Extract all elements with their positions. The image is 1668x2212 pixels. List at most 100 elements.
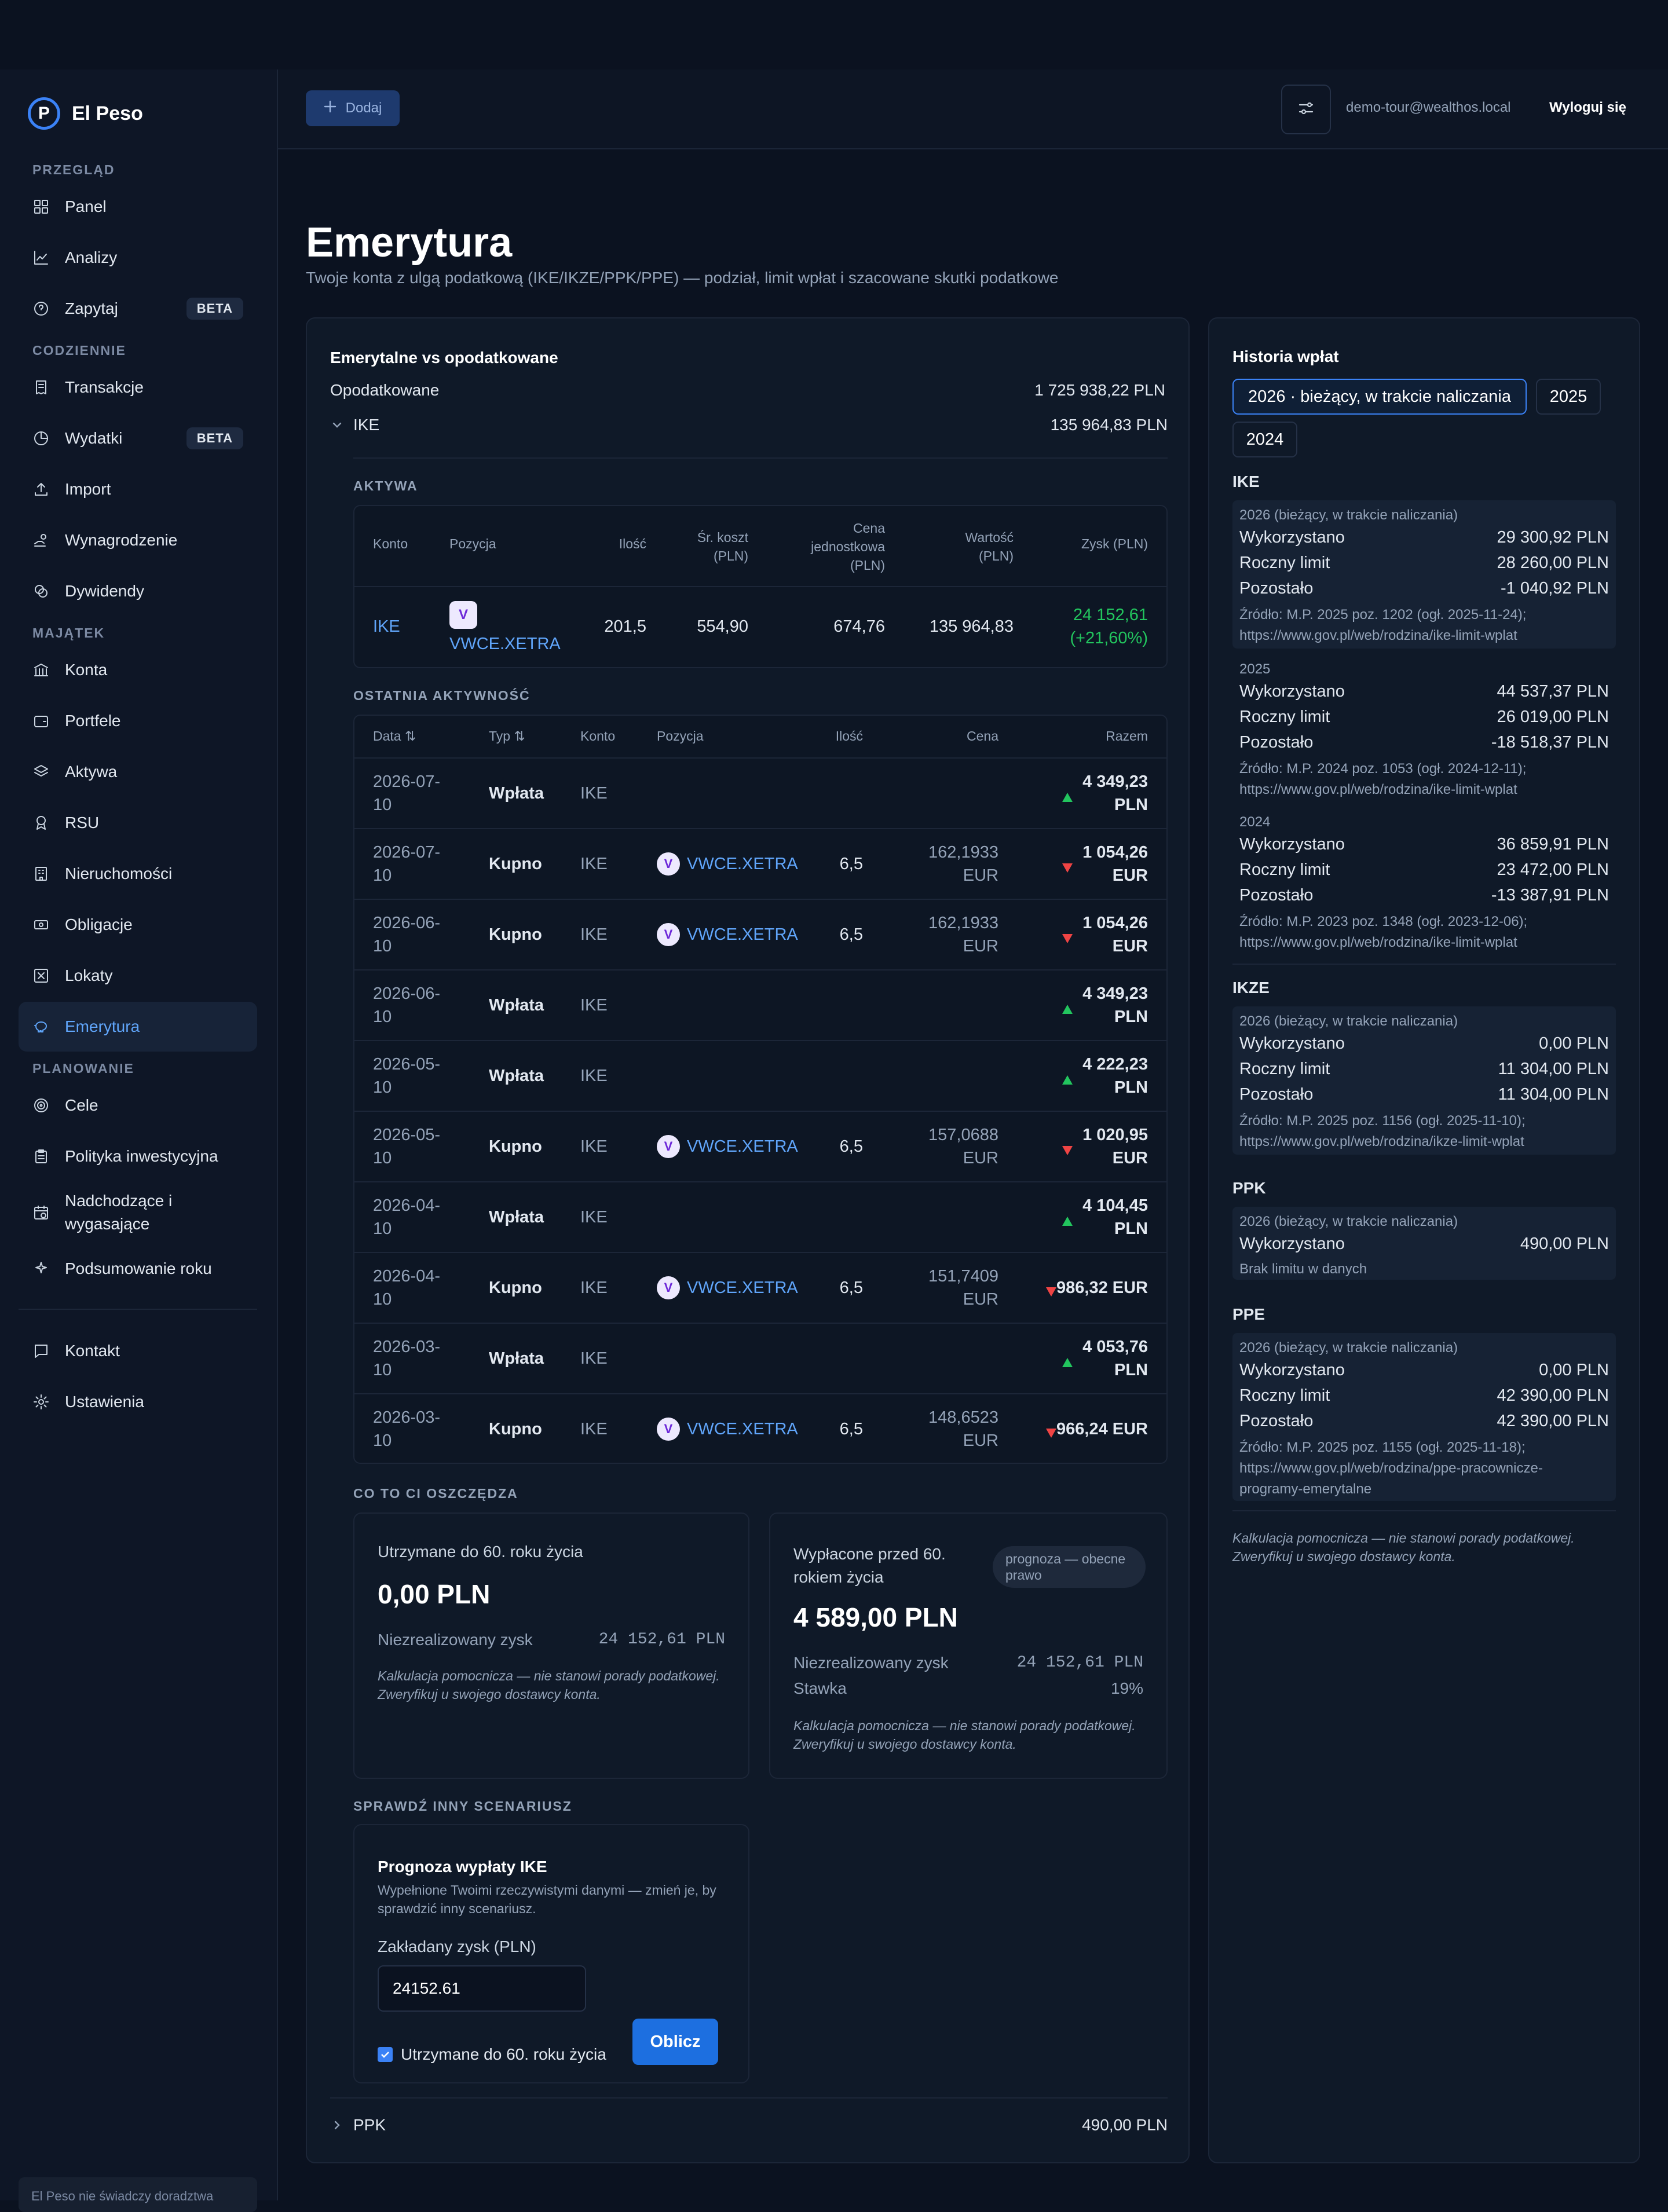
sidebar-item-konta[interactable]: Konta bbox=[19, 645, 257, 695]
activity-row[interactable]: 2026-06- 10 Wpłata IKE 4 349,23 PLN bbox=[354, 969, 1166, 1040]
sidebar-item-podsumowanie-roku[interactable]: Podsumowanie roku bbox=[19, 1244, 257, 1294]
asset-unit-price: 674,76 bbox=[833, 617, 885, 636]
add-button[interactable]: Dodaj bbox=[306, 90, 400, 126]
sidebar-item-panel[interactable]: Panel bbox=[19, 182, 257, 232]
activity-type: Kupno bbox=[489, 1137, 542, 1156]
sort-icon: ⇅ bbox=[514, 728, 525, 744]
sidebar-item-aktywa[interactable]: Aktywa bbox=[19, 747, 257, 797]
activity-account: IKE bbox=[580, 1208, 608, 1226]
activity-row[interactable]: 2026-07- 10 Wpłata IKE 4 349,23 PLN bbox=[354, 757, 1166, 828]
sidebar-item-label: Emerytura bbox=[65, 1017, 140, 1035]
sidebar-item-ustawienia[interactable]: Ustawienia bbox=[19, 1377, 257, 1427]
activity-row[interactable]: 2026-04- 10 Kupno IKE V VWCE.XETRA 6,5 151,7409… bbox=[354, 1252, 1166, 1323]
sort-icon: ⇅ bbox=[404, 728, 416, 744]
kept-until-60-checkbox-row[interactable]: Utrzymane do 60. roku życia bbox=[378, 2045, 606, 2064]
nav-section-label: PRZEGLĄD bbox=[32, 162, 115, 177]
activity-row[interactable]: 2026-05- 10 Wpłata IKE 4 222,23 PLN bbox=[354, 1040, 1166, 1111]
sidebar-item-rsu[interactable]: RSU bbox=[19, 798, 257, 848]
asset-account-link[interactable]: IKE bbox=[373, 615, 400, 638]
sidebar-item-dywidendy[interactable]: Dywidendy bbox=[19, 566, 257, 616]
sidebar-item-kontakt[interactable]: Kontakt bbox=[19, 1326, 257, 1376]
sidebar-item-nadchodzące-i-wygasające[interactable]: Nadchodzące i wygasające bbox=[19, 1182, 257, 1243]
sidebar-item-analizy[interactable]: Analizy bbox=[19, 233, 257, 283]
banknote-icon bbox=[32, 916, 50, 933]
calculate-button[interactable]: Oblicz bbox=[632, 2019, 718, 2065]
activity-row[interactable]: 2026-07- 10 Kupno IKE V VWCE.XETRA 6,5 162,1933… bbox=[354, 828, 1166, 899]
activity-account: IKE bbox=[580, 1137, 608, 1156]
ikze-history-block: 2026 (bieżący, w trakcie naliczania) Wyk… bbox=[1232, 1006, 1616, 1155]
activity-type: Kupno bbox=[489, 925, 542, 944]
sidebar-item-zapytaj[interactable]: Zapytaj BETA bbox=[19, 284, 257, 334]
ppe-source: Źródło: M.P. 2025 poz. 1155 (ogł. 2025-1… bbox=[1239, 1440, 1543, 1497]
sidebar-item-transakcje[interactable]: Transakcje bbox=[19, 362, 257, 412]
expected-profit-input[interactable] bbox=[378, 1965, 586, 2012]
ike-group-label: IKE bbox=[353, 416, 380, 434]
checkbox-checked-icon[interactable] bbox=[378, 2047, 393, 2062]
sidebar-item-lokaty[interactable]: Lokaty bbox=[19, 951, 257, 1001]
ike-group-toggle[interactable]: IKE 135 964,83 PLN bbox=[330, 411, 1168, 445]
sidebar-item-portfele[interactable]: Portfele bbox=[19, 696, 257, 746]
user-email: demo-tour@wealthos.local bbox=[1346, 100, 1511, 115]
activity-position-link[interactable]: V VWCE.XETRA bbox=[657, 1418, 798, 1441]
year-tab-2026[interactable]: 2026 · bieżący, w trakcie naliczania bbox=[1232, 379, 1527, 415]
activity-date: 2026-04- 10 bbox=[373, 1196, 441, 1238]
target-icon bbox=[32, 1097, 50, 1114]
activity-account: IKE bbox=[580, 925, 608, 944]
display-settings-button[interactable] bbox=[1281, 85, 1331, 134]
activity-total: 1 054,26 EUR bbox=[1082, 843, 1148, 885]
ikze-caption: 2026 (bieżący, w trakcie naliczania) bbox=[1239, 1013, 1458, 1029]
ike-history-block: 2026 (bieżący, w trakcie naliczania) Wyko… bbox=[1232, 500, 1616, 649]
ike-left-row: Pozostało -1 040,92 PLN bbox=[1239, 579, 1609, 598]
year-tab-2024[interactable]: 2024 bbox=[1232, 422, 1297, 457]
coins-icon bbox=[32, 583, 50, 600]
activity-position-link[interactable]: V VWCE.XETRA bbox=[657, 852, 798, 876]
asset-avatar-icon: V bbox=[449, 601, 477, 629]
sidebar-item-emerytura[interactable]: Emerytura bbox=[19, 1002, 257, 1052]
beta-badge: BETA bbox=[186, 298, 243, 320]
sidebar-item-polityka-inwestycyjna[interactable]: Polityka inwestycyjna bbox=[19, 1131, 257, 1181]
piggy-bank-icon bbox=[32, 1018, 50, 1035]
year-tab-2025[interactable]: 2025 bbox=[1536, 379, 1601, 415]
activity-position-link[interactable]: V VWCE.XETRA bbox=[657, 1276, 798, 1299]
activity-position-link[interactable]: V VWCE.XETRA bbox=[657, 1135, 798, 1158]
col-type-sort[interactable]: Typ ⇅ bbox=[489, 728, 525, 744]
sidebar-item-nieruchomości[interactable]: Nieruchomości bbox=[19, 849, 257, 899]
activity-row[interactable]: 2026-04- 10 Wpłata IKE 4 104,45 PLN bbox=[354, 1181, 1166, 1252]
logout-link[interactable]: Wyloguj się bbox=[1549, 100, 1626, 116]
ppe-caption: 2026 (bieżący, w trakcie naliczania) bbox=[1239, 1340, 1458, 1356]
award-icon bbox=[32, 814, 50, 832]
activity-date: 2026-03- 10 bbox=[373, 1408, 441, 1450]
col-value: Wartość (PLN) bbox=[965, 530, 1014, 563]
asset-position-link[interactable]: VWCE.XETRA bbox=[449, 632, 561, 655]
arrow-up-icon bbox=[1061, 1003, 1074, 1019]
activity-account: IKE bbox=[580, 784, 608, 803]
ike-source: Źródło: M.P. 2023 poz. 1348 (ogł. 2023-1… bbox=[1239, 914, 1528, 950]
sidebar-item-import[interactable]: Import bbox=[19, 464, 257, 514]
sidebar-item-obligacje[interactable]: Obligacje bbox=[19, 900, 257, 950]
activity-total: 966,24 EUR bbox=[1056, 1420, 1148, 1438]
ike-limit-row: Roczny limit 28 260,00 PLN bbox=[1239, 554, 1609, 572]
app-logo[interactable]: P El Peso bbox=[28, 97, 143, 130]
rate-label: Stawka bbox=[793, 1679, 847, 1697]
asset-row[interactable]: IKE V VWCE.XETRA 201,5 554,90 674,76 135… bbox=[354, 586, 1166, 667]
activity-row[interactable]: 2026-03- 10 Wpłata IKE 4 053,76 PLN bbox=[354, 1323, 1166, 1393]
activity-row[interactable]: 2026-03- 10 Kupno IKE V VWCE.XETRA 6,5 148,6523… bbox=[354, 1393, 1166, 1463]
sidebar-item-label: Aktywa bbox=[65, 763, 118, 781]
activity-table: Data ⇅ Typ ⇅ Konto Pozycja Ilość Cena Ra… bbox=[353, 715, 1168, 1464]
early-gain-label: Niezrealizowany zysk bbox=[793, 1654, 949, 1672]
kept-note: Kalkulacja pomocnicza — nie stanowi pora… bbox=[378, 1668, 720, 1702]
col-date-sort[interactable]: Data ⇅ bbox=[373, 728, 416, 744]
taxed-label: Opodatkowane bbox=[330, 381, 440, 399]
activity-position-link[interactable]: V VWCE.XETRA bbox=[657, 923, 798, 946]
ppk-group-toggle[interactable]: PPK 490,00 PLN bbox=[330, 2111, 1168, 2145]
sidebar-item-wydatki[interactable]: Wydatki BETA bbox=[19, 413, 257, 463]
sidebar-item-wynagrodzenie[interactable]: Wynagrodzenie bbox=[19, 515, 257, 565]
activity-total: 4 349,23 PLN bbox=[1082, 772, 1148, 814]
pie-icon bbox=[32, 430, 50, 447]
ppe-history-block: 2026 (bieżący, w trakcie naliczania) Wyk… bbox=[1232, 1333, 1616, 1501]
activity-total: 1 020,95 EUR bbox=[1082, 1126, 1148, 1167]
activity-row[interactable]: 2026-06- 10 Kupno IKE V VWCE.XETRA 6,5 162,1933… bbox=[354, 899, 1166, 969]
activity-row[interactable]: 2026-05- 10 Kupno IKE V VWCE.XETRA 6,5 157,0688… bbox=[354, 1111, 1166, 1181]
sidebar-item-label: Dywidendy bbox=[65, 582, 144, 600]
sidebar-item-cele[interactable]: Cele bbox=[19, 1081, 257, 1130]
